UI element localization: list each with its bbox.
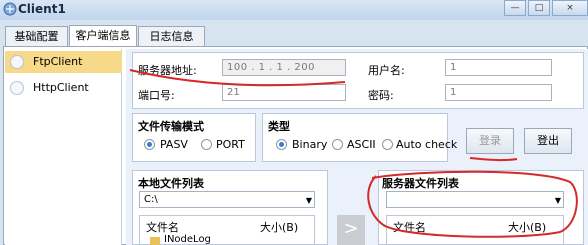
tab-log-info[interactable]: 日志信息 <box>138 26 205 47</box>
client-status-icon <box>10 55 24 69</box>
app-icon <box>3 2 17 16</box>
window-title: Client1 <box>18 2 66 16</box>
local-path-select[interactable]: C:\ ▼ <box>139 191 315 208</box>
close-icon: × <box>566 3 574 13</box>
tab-basic-config[interactable]: 基础配置 <box>5 26 68 47</box>
local-col-size: 大小(B) <box>260 221 299 234</box>
server-address-label: 服务器地址: <box>138 64 197 77</box>
list-item-httpclient[interactable]: HttpClient <box>5 77 122 99</box>
list-item-label: FtpClient <box>33 55 83 68</box>
chevron-down-icon: ▼ <box>305 196 312 205</box>
binary-label: Binary <box>292 138 328 151</box>
password-label: 密码: <box>368 89 394 102</box>
username-field[interactable]: 1 <box>445 59 552 76</box>
password-field[interactable]: 1 <box>445 84 552 101</box>
port-field[interactable]: 21 <box>222 84 346 101</box>
list-item-label: HttpClient <box>33 81 89 94</box>
client-status-icon <box>10 81 24 95</box>
local-path-value: C:\ <box>144 194 158 205</box>
ascii-radio[interactable] <box>332 139 343 150</box>
upload-arrow-button[interactable]: > <box>337 215 365 245</box>
server-files-title: 服务器文件列表 <box>382 177 459 190</box>
maximize-button[interactable]: □ <box>528 0 550 16</box>
autocheck-radio[interactable] <box>382 139 393 150</box>
ascii-label: ASCII <box>347 138 376 151</box>
port-radio[interactable] <box>201 139 212 150</box>
client-list: FtpClient HttpClient <box>5 49 122 245</box>
local-file-item[interactable]: INodeLog <box>164 234 211 245</box>
list-item-ftpclient[interactable]: FtpClient <box>5 51 122 73</box>
autocheck-label: Auto check <box>396 138 458 151</box>
binary-radio[interactable] <box>276 139 287 150</box>
username-label: 用户名: <box>368 64 405 77</box>
folder-icon <box>150 237 160 245</box>
tab-client-info[interactable]: 客户端信息 <box>69 25 137 47</box>
local-files-title: 本地文件列表 <box>138 177 204 190</box>
chevron-down-icon: ▼ <box>554 196 561 205</box>
pasv-label: PASV <box>160 138 188 151</box>
local-col-name: 文件名 <box>146 221 179 234</box>
server-path-select[interactable]: ▼ <box>386 191 564 208</box>
server-col-size: 大小(B) <box>508 221 547 234</box>
type-title: 类型 <box>268 120 290 133</box>
pasv-radio[interactable] <box>144 139 155 150</box>
port-label: 端口号: <box>138 89 175 102</box>
minimize-icon: — <box>510 3 520 13</box>
maximize-icon: □ <box>534 3 544 13</box>
login-button[interactable]: 登录 <box>466 128 514 154</box>
server-address-field[interactable]: 100 . 1 . 1 . 200 <box>222 59 346 76</box>
port-mode-label: PORT <box>216 138 245 151</box>
minimize-button[interactable]: — <box>504 0 526 16</box>
close-button[interactable]: × <box>552 0 588 16</box>
logout-button[interactable]: 登出 <box>524 128 572 154</box>
server-col-name: 文件名 <box>393 221 426 234</box>
transfer-mode-title: 文件传输模式 <box>138 120 204 133</box>
title-bar: Client1 — □ × <box>0 0 588 20</box>
